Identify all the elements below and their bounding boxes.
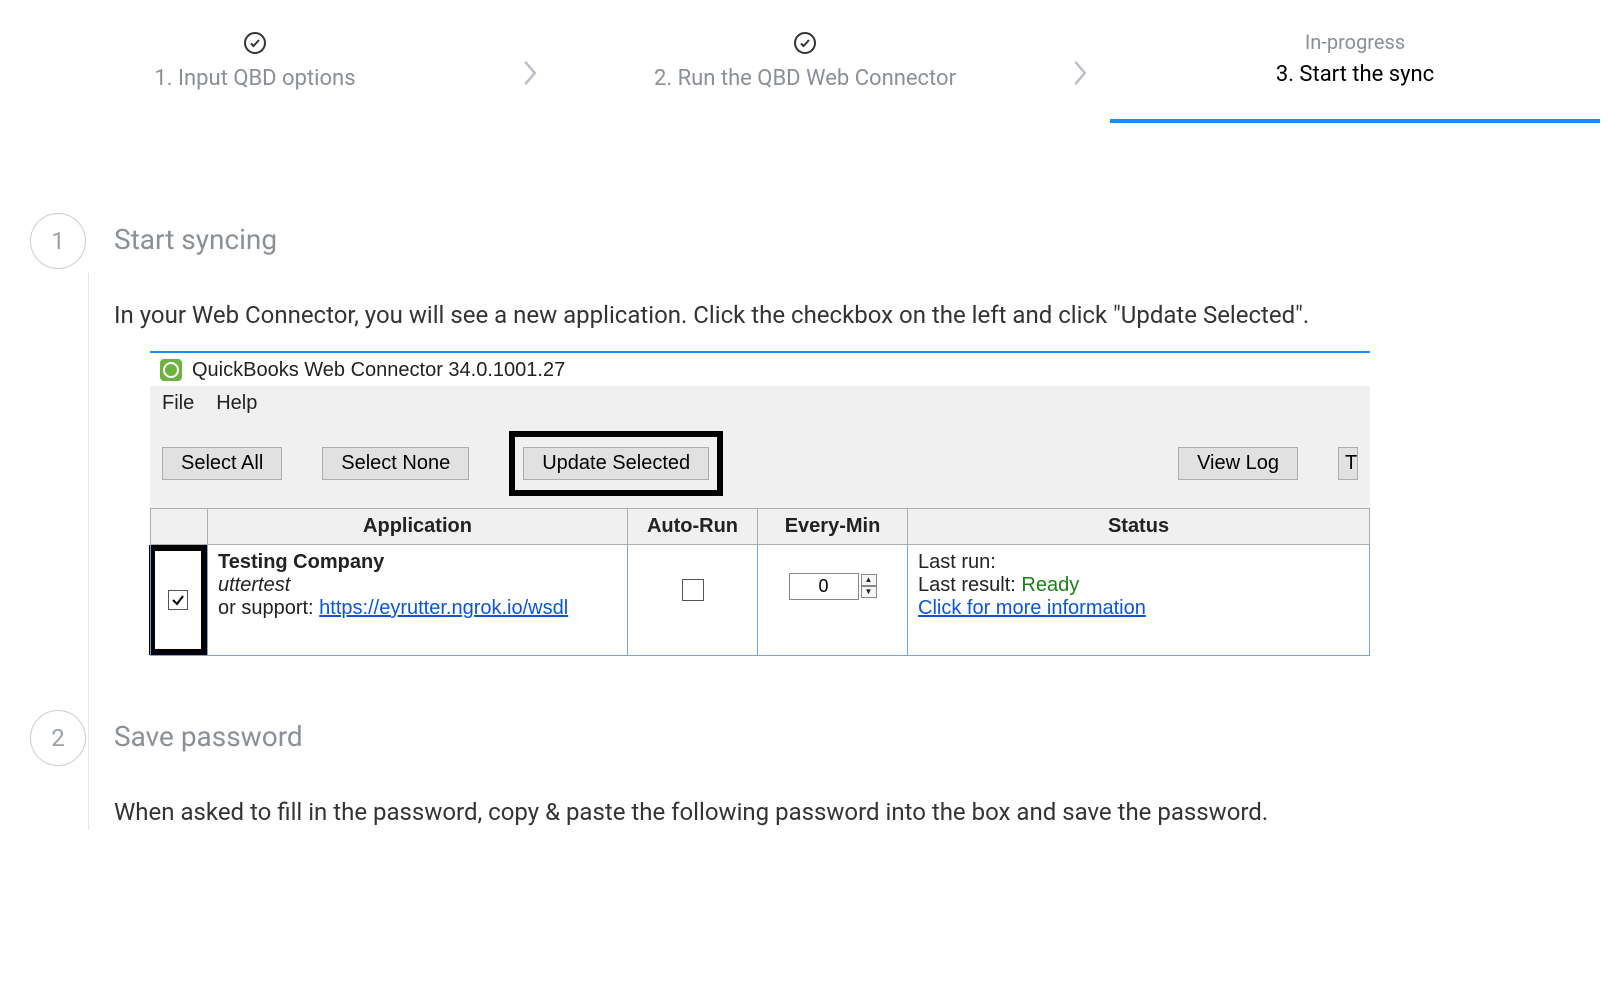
col-autorun: Auto-Run	[628, 508, 758, 544]
substep-1-body: In your Web Connector, you will see a ne…	[114, 297, 1610, 333]
chevron-right-icon	[1060, 30, 1100, 86]
check-icon	[560, 30, 1050, 56]
substep-1-header: 1 Start syncing	[30, 213, 1610, 269]
step-1-title: 1. Input QBD options	[10, 64, 500, 95]
every-min-input[interactable]	[789, 573, 859, 600]
select-none-button[interactable]: Select None	[322, 447, 469, 480]
step-3-status: In-progress	[1110, 30, 1600, 54]
substep-2-title: Save password	[114, 710, 303, 753]
qb-logo-icon	[160, 359, 182, 381]
last-result-value: Ready	[1021, 574, 1079, 596]
step-1[interactable]: 1. Input QBD options	[0, 30, 510, 95]
content: 1 Start syncing In your Web Connector, y…	[0, 143, 1610, 830]
col-everymin: Every-Min	[758, 508, 908, 544]
check-icon	[10, 30, 500, 56]
qb-menubar: File Help	[150, 386, 1370, 421]
step-3[interactable]: In-progress 3. Start the sync	[1100, 30, 1610, 123]
row-support: or support: https://eyrutter.ngrok.io/ws…	[218, 597, 617, 620]
spinner-down-icon[interactable]: ▼	[861, 586, 877, 598]
step-3-title: 3. Start the sync	[1110, 60, 1600, 91]
col-check	[151, 508, 208, 544]
last-result-label: Last result:	[918, 574, 1021, 596]
view-log-button[interactable]: View Log	[1178, 447, 1298, 480]
update-selected-button[interactable]: Update Selected	[523, 447, 709, 480]
qb-window-title: QuickBooks Web Connector 34.0.1001.27	[192, 359, 565, 382]
substep-1-number: 1	[30, 213, 86, 269]
chevron-right-icon	[510, 30, 550, 86]
step-2[interactable]: 2. Run the QBD Web Connector	[550, 30, 1060, 95]
row-support-link[interactable]: https://eyrutter.ngrok.io/wsdl	[319, 597, 568, 619]
last-result: Last result: Ready	[918, 574, 1359, 597]
qb-toolbar: Select All Select None Update Selected V…	[150, 421, 1370, 508]
stepper: 1. Input QBD options 2. Run the QBD Web …	[0, 0, 1610, 143]
substep-2-body: When asked to fill in the password, copy…	[114, 794, 1610, 830]
checkbox-highlight	[149, 545, 207, 655]
truncated-button[interactable]: T	[1338, 447, 1358, 480]
qb-menu-file[interactable]: File	[162, 392, 194, 415]
step-2-title: 2. Run the QBD Web Connector	[560, 64, 1050, 95]
row-subtitle: uttertest	[218, 574, 617, 597]
qb-app-table: Application Auto-Run Every-Min Status	[150, 508, 1370, 656]
col-status: Status	[908, 508, 1370, 544]
spinner-up-icon[interactable]: ▲	[861, 574, 877, 586]
row-checkbox[interactable]	[168, 590, 188, 610]
col-application: Application	[208, 508, 628, 544]
row-support-prefix: or support:	[218, 597, 319, 619]
update-selected-highlight: Update Selected	[509, 431, 723, 496]
substep-2-number: 2	[30, 710, 86, 766]
substep-1-title: Start syncing	[114, 213, 277, 256]
table-row: Testing Company uttertest or support: ht…	[151, 544, 1370, 655]
qb-menu-help[interactable]: Help	[216, 392, 257, 415]
select-all-button[interactable]: Select All	[162, 447, 282, 480]
more-info-link[interactable]: Click for more information	[918, 597, 1146, 619]
every-min-spinner[interactable]: ▲ ▼	[861, 574, 877, 598]
active-step-underline	[1110, 119, 1600, 123]
substep-2-header: 2 Save password	[30, 710, 1610, 766]
autorun-checkbox[interactable]	[682, 579, 704, 601]
last-run: Last run:	[918, 551, 1359, 574]
qb-web-connector-window: QuickBooks Web Connector 34.0.1001.27 Fi…	[150, 351, 1370, 656]
qb-titlebar: QuickBooks Web Connector 34.0.1001.27	[150, 353, 1370, 386]
row-company: Testing Company	[218, 551, 617, 574]
